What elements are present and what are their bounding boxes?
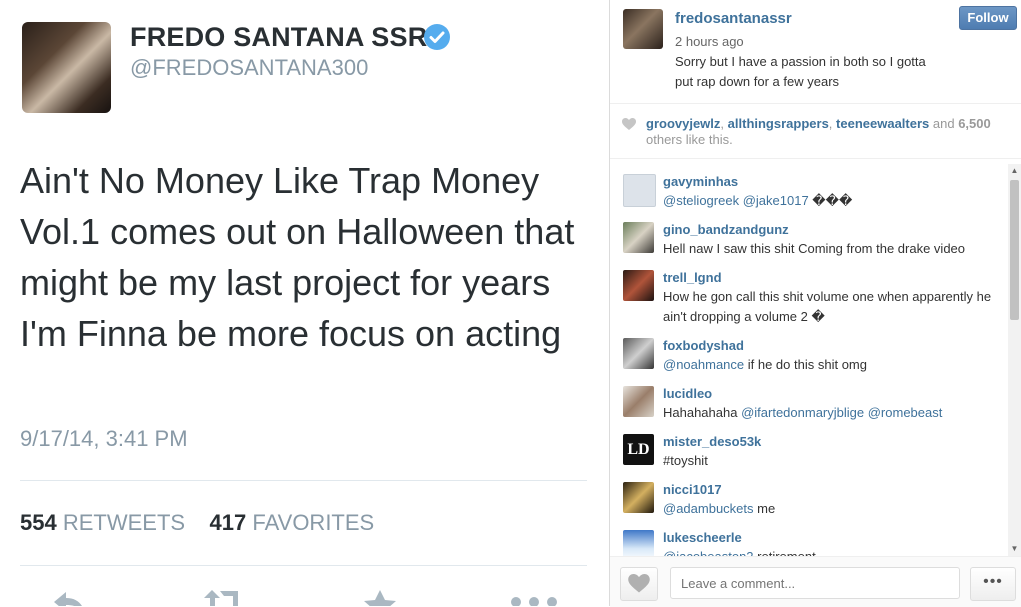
comment-text: @noahmance if he do this shit omg: [663, 355, 1003, 375]
comment-avatar[interactable]: [623, 174, 656, 207]
tweet-actions: [20, 582, 587, 606]
comment-avatar[interactable]: [623, 530, 654, 556]
tweet-handle[interactable]: @FREDOSANTANA300: [130, 55, 368, 81]
comment-text-part: ���: [808, 193, 853, 208]
comment-text-part: me: [753, 501, 776, 516]
comment-username[interactable]: lucidleo: [663, 386, 712, 401]
retweets-label: RETWEETS: [62, 510, 186, 535]
like-user[interactable]: allthingsrappers: [728, 116, 829, 131]
retweet-icon[interactable]: [200, 588, 248, 606]
more-options-button[interactable]: •••: [970, 567, 1016, 601]
mention-link[interactable]: @jake1017: [743, 193, 809, 208]
likes-suffix: others like this.: [646, 132, 733, 147]
comment-text: How he gon call this shit volume one whe…: [663, 287, 1003, 327]
divider: [20, 480, 587, 481]
comment-username[interactable]: trell_lgnd: [663, 270, 722, 285]
tweet-avatar[interactable]: [22, 22, 111, 113]
reply-icon[interactable]: [52, 588, 88, 606]
instagram-panel: fredosantanassr 2 hours ago Sorry but I …: [609, 0, 1021, 607]
comment-text: Hahahahaha @ifartedonmaryjblige @romebea…: [663, 403, 1003, 423]
like-user[interactable]: teeneewaalters: [836, 116, 929, 131]
comment-avatar[interactable]: [623, 482, 654, 513]
likes-separator: ,: [828, 116, 837, 131]
like-button[interactable]: [620, 567, 658, 601]
mention-link[interactable]: @romebeast: [868, 405, 943, 420]
comment-avatar[interactable]: [623, 386, 654, 417]
mention-link[interactable]: @noahmance: [663, 357, 744, 372]
likes-and: and: [929, 116, 959, 131]
verified-badge-icon: [424, 24, 450, 50]
mention-link[interactable]: @jacobeaston2: [663, 549, 754, 556]
comment-text-part: How he gon call this shit volume one whe…: [663, 289, 992, 324]
comment-footer: •••: [610, 556, 1021, 607]
mention-link[interactable]: @adambuckets: [663, 501, 754, 516]
scroll-thumb[interactable]: [1010, 180, 1019, 320]
comment-avatar[interactable]: LD: [623, 434, 654, 465]
mention-link[interactable]: @steliogreek: [663, 193, 739, 208]
tweet-timestamp[interactable]: 9/17/14, 3:41 PM: [20, 426, 188, 452]
comment-username[interactable]: gino_bandzandgunz: [663, 222, 789, 237]
comment-text-part: if he do this shit omg: [744, 357, 867, 372]
post-caption: Sorry but I have a passion in both so I …: [675, 54, 926, 89]
favorites-count: 417: [209, 510, 247, 535]
favorites-stat[interactable]: 417 FAVORITES: [210, 510, 375, 535]
divider: [610, 103, 1021, 104]
comment-avatar[interactable]: [623, 270, 654, 301]
favorite-icon[interactable]: [360, 588, 400, 606]
comments-scrollbar[interactable]: ▲ ▼: [1008, 164, 1021, 556]
comment-username[interactable]: lukescheerle: [663, 530, 742, 545]
post-username[interactable]: fredosantanassr: [675, 10, 792, 27]
likes-summary: groovyjewlz, allthingsrappers, teeneewaa…: [646, 116, 1011, 148]
heart-icon: [628, 574, 650, 593]
comment-text-part: Hahahahaha: [663, 405, 742, 420]
comment-text: @adambuckets me: [663, 499, 1003, 519]
comment-text: @jacobeaston2 retirement: [663, 547, 1003, 556]
tweet-stats: 554 RETWEETS 417 FAVORITES: [20, 510, 374, 536]
comment-text-part: retirement: [754, 549, 816, 556]
scroll-up-arrow-icon[interactable]: ▲: [1008, 164, 1021, 178]
post-time[interactable]: 2 hours ago: [675, 34, 744, 49]
retweets-count: 554: [20, 510, 57, 535]
favorites-label: FAVORITES: [252, 510, 375, 535]
comment-username[interactable]: nicci1017: [663, 482, 722, 497]
comment-username[interactable]: gavyminhas: [663, 174, 738, 189]
divider: [610, 158, 1021, 159]
comments-list[interactable]: gavyminhas @steliogreek @jake1017 ��� gi…: [610, 164, 1008, 556]
comment-username[interactable]: foxbodyshad: [663, 338, 744, 353]
comment-text-part: #toyshit: [663, 453, 708, 468]
tweet-display-name[interactable]: FREDO SANTANA SSR: [130, 22, 427, 53]
more-icon[interactable]: [508, 588, 564, 606]
comment-text-part: Hell naw I saw this shit Coming from the…: [663, 241, 966, 256]
mention-link[interactable]: @ifartedonmaryjblige: [741, 405, 864, 420]
follow-button[interactable]: Follow: [959, 6, 1017, 30]
comment-avatar[interactable]: [623, 338, 654, 369]
like-user[interactable]: groovyjewlz: [646, 116, 720, 131]
likes-separator: ,: [720, 116, 728, 131]
heart-icon: [622, 118, 636, 130]
comment-input[interactable]: [670, 567, 960, 599]
tweet-text: Ain't No Money Like Trap Money Vol.1 com…: [20, 160, 575, 354]
scroll-down-arrow-icon[interactable]: ▼: [1008, 542, 1021, 556]
post-avatar[interactable]: [623, 9, 663, 49]
comment-text: @steliogreek @jake1017 ���: [663, 191, 1003, 211]
likes-count[interactable]: 6,500: [958, 116, 991, 131]
comment-username[interactable]: mister_deso53k: [663, 434, 761, 449]
comment-avatar[interactable]: [623, 222, 654, 253]
retweets-stat[interactable]: 554 RETWEETS: [20, 510, 185, 535]
divider: [20, 565, 587, 566]
tweet-card: FREDO SANTANA SSR @FREDOSANTANA300 Ain't…: [0, 0, 610, 606]
comment-text: #toyshit: [663, 451, 1003, 471]
comment-text: Hell naw I saw this shit Coming from the…: [663, 239, 1003, 259]
